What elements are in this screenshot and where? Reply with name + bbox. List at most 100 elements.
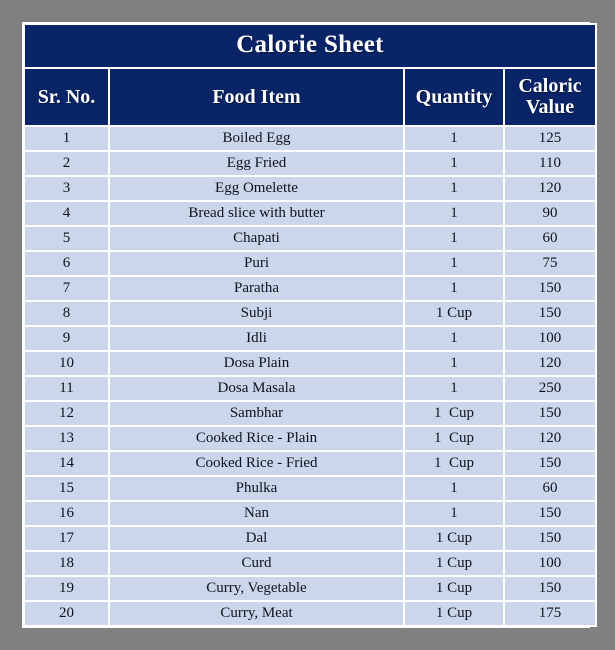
row-serial-number: 17 xyxy=(25,527,108,550)
row-caloric-value: 75 xyxy=(505,252,595,275)
row-caloric-value: 60 xyxy=(505,227,595,250)
row-food-item: Dosa Masala xyxy=(110,377,403,400)
row-food-item: Phulka xyxy=(110,477,403,500)
table-row: 14 Cooked Rice - Fried 1 Cup 150 xyxy=(25,452,595,475)
row-serial-number: 20 xyxy=(25,602,108,625)
table-row: 19 Curry, Vegetable 1 Cup 150 xyxy=(25,577,595,600)
row-caloric-value: 150 xyxy=(505,452,595,475)
row-serial-number: 16 xyxy=(25,502,108,525)
row-food-item: Curry, Vegetable xyxy=(110,577,403,600)
row-food-item: Subji xyxy=(110,302,403,325)
row-food-item: Bread slice with butter xyxy=(110,202,403,225)
row-caloric-value: 110 xyxy=(505,152,595,175)
row-serial-number: 4 xyxy=(25,202,108,225)
table-row: 7 Paratha 1 150 xyxy=(25,277,595,300)
row-food-item: Boiled Egg xyxy=(110,127,403,150)
row-quantity: 1 Cup xyxy=(405,527,503,550)
row-serial-number: 7 xyxy=(25,277,108,300)
table-row: 1 Boiled Egg 1 125 xyxy=(25,127,595,150)
row-food-item: Idli xyxy=(110,327,403,350)
row-serial-number: 12 xyxy=(25,402,108,425)
table-row: 8 Subji 1 Cup 150 xyxy=(25,302,595,325)
row-quantity: 1 xyxy=(405,152,503,175)
row-quantity: 1 xyxy=(405,477,503,500)
row-quantity: 1 xyxy=(405,327,503,350)
row-caloric-value: 150 xyxy=(505,402,595,425)
table-row: 5 Chapati 1 60 xyxy=(25,227,595,250)
row-serial-number: 1 xyxy=(25,127,108,150)
row-quantity: 1 xyxy=(405,502,503,525)
row-quantity: 1 xyxy=(405,252,503,275)
column-header-sr-no: Sr. No. xyxy=(25,69,108,125)
calorie-table: Calorie Sheet Sr. No. Food Item Quantity… xyxy=(23,23,597,627)
table-row: 6 Puri 1 75 xyxy=(25,252,595,275)
row-food-item: Sambhar xyxy=(110,402,403,425)
table-row: 18 Curd 1 Cup 100 xyxy=(25,552,595,575)
row-caloric-value: 150 xyxy=(505,502,595,525)
table-row: 20 Curry, Meat 1 Cup 175 xyxy=(25,602,595,625)
row-food-item: Egg Omelette xyxy=(110,177,403,200)
calorie-sheet-frame: Calorie Sheet Sr. No. Food Item Quantity… xyxy=(22,22,597,628)
row-food-item: Puri xyxy=(110,252,403,275)
page-background: Calorie Sheet Sr. No. Food Item Quantity… xyxy=(0,0,615,650)
row-caloric-value: 90 xyxy=(505,202,595,225)
row-quantity: 1 xyxy=(405,377,503,400)
row-quantity: 1 xyxy=(405,352,503,375)
row-caloric-value: 150 xyxy=(505,527,595,550)
row-caloric-value: 120 xyxy=(505,427,595,450)
row-serial-number: 13 xyxy=(25,427,108,450)
row-quantity: 1 Cup xyxy=(405,427,503,450)
row-quantity: 1 Cup xyxy=(405,452,503,475)
row-food-item: Egg Fried xyxy=(110,152,403,175)
table-row: 16 Nan 1 150 xyxy=(25,502,595,525)
row-caloric-value: 150 xyxy=(505,277,595,300)
table-row: 11 Dosa Masala 1 250 xyxy=(25,377,595,400)
row-quantity: 1 xyxy=(405,202,503,225)
table-title: Calorie Sheet xyxy=(25,25,595,67)
row-quantity: 1 xyxy=(405,227,503,250)
row-quantity: 1 Cup xyxy=(405,552,503,575)
row-caloric-value: 120 xyxy=(505,352,595,375)
table-row: 2 Egg Fried 1 110 xyxy=(25,152,595,175)
row-food-item: Nan xyxy=(110,502,403,525)
row-quantity: 1 xyxy=(405,177,503,200)
row-caloric-value: 175 xyxy=(505,602,595,625)
column-header-food-item: Food Item xyxy=(110,69,403,125)
row-caloric-value: 150 xyxy=(505,302,595,325)
table-row: 15 Phulka 1 60 xyxy=(25,477,595,500)
row-serial-number: 10 xyxy=(25,352,108,375)
row-serial-number: 8 xyxy=(25,302,108,325)
row-quantity: 1 Cup xyxy=(405,602,503,625)
row-serial-number: 15 xyxy=(25,477,108,500)
row-quantity: 1 xyxy=(405,277,503,300)
row-food-item: Cooked Rice - Fried xyxy=(110,452,403,475)
row-caloric-value: 100 xyxy=(505,327,595,350)
row-serial-number: 14 xyxy=(25,452,108,475)
table-row: 13 Cooked Rice - Plain 1 Cup 120 xyxy=(25,427,595,450)
table-row: 10 Dosa Plain 1 120 xyxy=(25,352,595,375)
row-quantity: 1 Cup xyxy=(405,302,503,325)
table-body: 1 Boiled Egg 1 125 2 Egg Fried 1 110 3 Egg Omelet… xyxy=(25,127,595,625)
table-row: 12 Sambhar 1 Cup 150 xyxy=(25,402,595,425)
row-serial-number: 3 xyxy=(25,177,108,200)
row-caloric-value: 150 xyxy=(505,577,595,600)
table-row: 9 Idli 1 100 xyxy=(25,327,595,350)
row-quantity: 1 xyxy=(405,127,503,150)
row-serial-number: 18 xyxy=(25,552,108,575)
row-caloric-value: 120 xyxy=(505,177,595,200)
row-serial-number: 6 xyxy=(25,252,108,275)
row-serial-number: 2 xyxy=(25,152,108,175)
table-row: 3 Egg Omelette 1 120 xyxy=(25,177,595,200)
row-quantity: 1 Cup xyxy=(405,577,503,600)
row-food-item: Dosa Plain xyxy=(110,352,403,375)
row-food-item: Paratha xyxy=(110,277,403,300)
row-food-item: Curry, Meat xyxy=(110,602,403,625)
column-header-row: Sr. No. Food Item Quantity Caloric Value xyxy=(25,69,595,125)
row-serial-number: 19 xyxy=(25,577,108,600)
table-title-row: Calorie Sheet xyxy=(25,25,595,67)
table-header: Calorie Sheet Sr. No. Food Item Quantity… xyxy=(25,25,595,125)
row-quantity: 1 Cup xyxy=(405,402,503,425)
row-food-item: Chapati xyxy=(110,227,403,250)
row-food-item: Cooked Rice - Plain xyxy=(110,427,403,450)
row-caloric-value: 100 xyxy=(505,552,595,575)
